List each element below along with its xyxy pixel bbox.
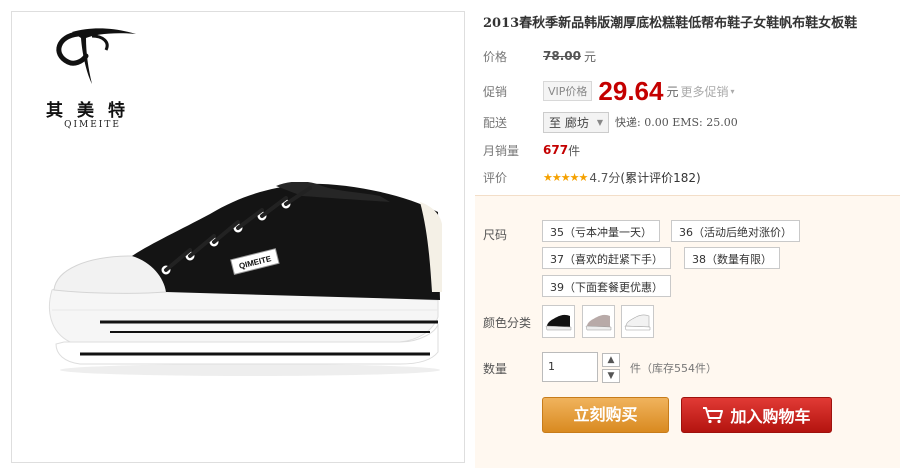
buy-now-button[interactable]: 立刻购买 xyxy=(542,397,669,433)
size-option-38[interactable]: 38（数量有限） xyxy=(684,247,780,269)
shipping-label: 配送 xyxy=(483,115,508,130)
size-option-39[interactable]: 39（下面套餐更优惠） xyxy=(542,275,671,297)
shipping-fees: 快递: 0.00 EMS: 25.00 xyxy=(615,116,738,129)
product-shoe-image: QIMEITE xyxy=(49,182,442,376)
sales-count: 677 xyxy=(543,143,569,157)
stock-info: 件（库存554件） xyxy=(630,362,717,375)
rating-score: 4.7分 xyxy=(589,170,621,185)
product-info-panel: 2013春秋季新品韩版潮厚底松糕鞋低帮布鞋子女鞋帆布鞋女板鞋 价格 78.00 … xyxy=(475,0,900,468)
shoe-thumb-black-icon xyxy=(545,314,572,331)
size-label: 尺码 xyxy=(483,228,508,242)
original-price-unit: 元 xyxy=(583,49,596,64)
size-option-37[interactable]: 37（喜欢的赶紧下手） xyxy=(542,247,671,269)
add-to-cart-label: 加入购物车 xyxy=(730,407,811,426)
brand-logo: 其美特 QIMEITE xyxy=(30,22,155,137)
brand-name-en: QIMEITE xyxy=(64,120,121,130)
price-label: 价格 xyxy=(483,49,508,64)
promo-price: 29.64 xyxy=(598,75,664,106)
size-option-35[interactable]: 35（亏本冲量一天） xyxy=(542,220,660,242)
more-promo-link[interactable]: 更多促销 xyxy=(681,83,729,100)
destination-select[interactable]: 至 廊坊 ▼ xyxy=(543,111,610,133)
shopping-cart-icon xyxy=(703,407,724,424)
original-price: 78.00 xyxy=(543,49,581,63)
add-to-cart-button[interactable]: 加入购物车 xyxy=(681,397,832,433)
rating-count-link[interactable]: (累计评价182) xyxy=(620,169,700,186)
color-label: 颜色分类 xyxy=(483,316,532,330)
quantity-input[interactable]: 1 xyxy=(542,352,598,382)
promo-row: 促销 VIP价格 29.64 元 更多促销 ▾ xyxy=(483,76,735,106)
quantity-decrease-icon[interactable]: ▼ xyxy=(602,369,620,383)
purchase-options-box: 尺码 35（亏本冲量一天） 36（活动后绝对涨价） 37（喜欢的赶紧下手） 38… xyxy=(475,195,900,468)
destination-prefix: 至 xyxy=(549,115,562,130)
shoe-thumb-white-icon xyxy=(624,314,651,331)
brand-logo-mark xyxy=(56,28,136,84)
shoe-thumb-grey-icon xyxy=(585,314,612,331)
size-option-36[interactable]: 36（活动后绝对涨价） xyxy=(671,220,800,242)
quantity-increase-icon[interactable]: ▲ xyxy=(602,353,620,367)
sales-row: 月销量 677 件 xyxy=(483,139,580,161)
price-row: 价格 78.00 元 xyxy=(483,45,596,67)
shipping-row: 配送 至 廊坊 ▼ 快递: 0.00 EMS: 25.00 xyxy=(483,111,738,133)
color-option-white[interactable] xyxy=(621,305,654,338)
promo-label: 促销 xyxy=(483,84,508,99)
brand-name-cn: 其美特 xyxy=(46,101,139,121)
product-title: 2013春秋季新品韩版潮厚底松糕鞋低帮布鞋子女鞋帆布鞋女板鞋 xyxy=(483,16,858,31)
vip-price-tag: VIP价格 xyxy=(543,81,593,101)
sales-unit: 件 xyxy=(568,143,581,158)
product-image-panel: 其美特 QIMEITE QIMEITE xyxy=(11,11,465,463)
destination-value: 廊坊 xyxy=(564,115,589,130)
rating-row: 评价 ★★★★★ 4.7分 (累计评价182) xyxy=(483,166,701,188)
chevron-down-icon: ▼ xyxy=(596,117,604,127)
rating-stars-icon: ★★★★★ xyxy=(543,170,588,184)
quantity-label: 数量 xyxy=(483,362,508,376)
color-option-black[interactable] xyxy=(542,305,575,338)
rating-label: 评价 xyxy=(483,170,508,185)
more-promo-caret-icon[interactable]: ▾ xyxy=(731,87,735,96)
color-option-grey[interactable] xyxy=(582,305,615,338)
sales-label: 月销量 xyxy=(483,143,520,158)
promo-price-unit: 元 xyxy=(666,84,679,99)
